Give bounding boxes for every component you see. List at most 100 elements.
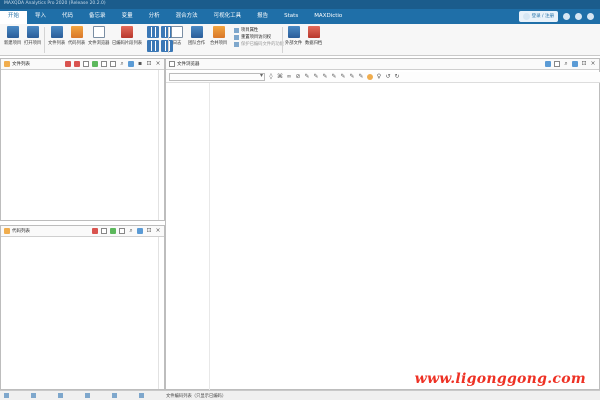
code-text-icon[interactable]	[101, 228, 107, 234]
project-properties-item[interactable]: 项目属性	[234, 27, 284, 34]
search-icon[interactable]: ⌕	[119, 61, 125, 67]
watermark: www.ligonggong.com	[414, 371, 586, 387]
document-system-scrollbar[interactable]	[158, 70, 164, 220]
layout-grid-button-3[interactable]	[147, 40, 159, 54]
undock-icon[interactable]: ⊡	[146, 61, 152, 67]
pen-icon-1[interactable]: ✎	[304, 74, 310, 80]
undock-icon[interactable]: ⊡	[581, 61, 587, 67]
new-project-icon	[6, 26, 19, 38]
ribbon-divider	[168, 27, 169, 53]
undock-icon[interactable]: ⊡	[146, 228, 152, 234]
properties-icon	[234, 28, 239, 33]
pen-icon-6[interactable]: ✎	[349, 74, 355, 80]
archive-icon	[307, 26, 320, 38]
lock-icon	[234, 42, 239, 47]
reset-access-label: 重置项目访问权	[241, 35, 272, 40]
status-weight-icon[interactable]	[139, 393, 144, 398]
menu-item-mixed-methods[interactable]: 混合方法	[168, 9, 206, 24]
emoticon-icon[interactable]	[367, 74, 373, 80]
archive-label: 数据归档	[305, 41, 323, 46]
pen-icon-2[interactable]: ✎	[313, 74, 319, 80]
search-icon[interactable]: ⌕	[563, 61, 569, 67]
folder-icon	[4, 61, 10, 67]
menu-item-analysis[interactable]: 分析	[141, 9, 168, 24]
menu-item-reports[interactable]: 报告	[249, 9, 276, 24]
menu-item-import[interactable]: 导入	[27, 9, 54, 24]
in-vivo-icon[interactable]: ⌘	[277, 74, 283, 80]
pen-icon-4[interactable]: ✎	[331, 74, 337, 80]
teamwork-icon	[190, 26, 203, 38]
menu-item-maxdictio[interactable]: MAXDictio	[306, 9, 350, 24]
close-icon[interactable]: ×	[155, 228, 161, 234]
status-codes-icon[interactable]	[31, 393, 36, 398]
document-system-panel: 文件列表 ⌕ ▪ ⊡ ×	[0, 58, 165, 221]
code-list-button[interactable]: 代码列表	[68, 26, 85, 46]
pen-icon-7[interactable]: ✎	[358, 74, 364, 80]
info-icon[interactable]	[587, 13, 594, 20]
filter-icon[interactable]	[110, 61, 116, 67]
undo-icon[interactable]: ↺	[385, 74, 391, 80]
new-project-button[interactable]: 新建项目	[4, 26, 21, 46]
split-view-icon[interactable]	[545, 61, 551, 67]
menu-item-memos[interactable]: 备忘录	[81, 9, 114, 24]
status-segments-icon[interactable]	[85, 393, 90, 398]
new-project-label: 新建项目	[4, 41, 22, 46]
external-files-button[interactable]: 外部文件	[285, 26, 302, 46]
pen-icon-5[interactable]: ✎	[340, 74, 346, 80]
status-documents-icon[interactable]	[4, 393, 9, 398]
menu-item-variables[interactable]: 变量	[114, 9, 141, 24]
table-icon[interactable]	[92, 61, 98, 67]
gear-icon[interactable]	[128, 61, 134, 67]
code-filter-icon[interactable]	[119, 228, 125, 234]
close-icon[interactable]: ×	[155, 61, 161, 67]
code-select-dropdown[interactable]	[169, 72, 265, 81]
document-browser-toolbar: ◊ ⌘ ∞ ⊘ ✎ ✎ ✎ ✎ ✎ ✎ ✎ ♀ ↺ ↻	[166, 72, 600, 83]
logbook-button[interactable]: 日志	[171, 26, 183, 46]
code-color-icon[interactable]	[110, 228, 116, 234]
open-project-button[interactable]: 打开项目	[24, 26, 41, 46]
print-icon[interactable]	[554, 61, 560, 67]
code-apply-icon[interactable]: ◊	[268, 74, 274, 80]
gear-icon[interactable]	[563, 13, 570, 20]
status-filter-icon[interactable]	[112, 393, 117, 398]
status-memos-icon[interactable]	[58, 393, 63, 398]
memo-icon[interactable]	[101, 61, 107, 67]
text-icon[interactable]	[83, 61, 89, 67]
merge-projects-button[interactable]: 合并项目	[210, 26, 227, 46]
login-button[interactable]: 登录 / 注册	[518, 11, 558, 22]
menu-item-visual-tools[interactable]: 可视化工具	[206, 9, 250, 24]
code-folder-icon	[4, 228, 10, 234]
help-icon[interactable]	[575, 13, 582, 20]
new-code-icon[interactable]	[92, 228, 98, 234]
unlink-icon[interactable]: ⊘	[295, 74, 301, 80]
document-browser-button[interactable]: 文件浏览器	[88, 26, 109, 46]
menu-item-stats[interactable]: Stats	[276, 9, 306, 24]
login-label: 登录 / 注册	[531, 14, 554, 19]
redo-icon[interactable]: ↻	[394, 74, 400, 80]
teamwork-button[interactable]: 团队合作	[188, 26, 205, 46]
code-system-header: 代码列表 ⌕ ⊡ ×	[1, 226, 164, 237]
symbol-icon[interactable]: ♀	[376, 74, 382, 80]
new-document-icon[interactable]	[74, 61, 80, 67]
gear-icon[interactable]	[137, 228, 143, 234]
code-system-scrollbar[interactable]	[158, 237, 164, 389]
window-title-bar: MAXQDA Analytics Pro 2020 (Release 20.2.…	[0, 0, 600, 9]
status-text: 文件编码列表（只显示已编码）	[166, 393, 227, 399]
link-icon[interactable]: ∞	[286, 74, 292, 80]
retrieved-segments-button[interactable]: 已编码片段列表	[112, 26, 142, 46]
menu-right-group: 登录 / 注册	[518, 11, 594, 22]
key-icon	[234, 35, 239, 40]
menu-item-home[interactable]: 开始	[0, 9, 28, 24]
search-icon[interactable]: ⌕	[128, 228, 134, 234]
ribbon-divider	[44, 27, 45, 53]
layout-grid-button-1[interactable]	[147, 26, 159, 40]
archive-button[interactable]: 数据归档	[305, 26, 322, 46]
document-list-button[interactable]: 文件列表	[48, 26, 65, 46]
reset-access-item[interactable]: 重置项目访问权	[234, 34, 284, 41]
pen-icon-3[interactable]: ✎	[322, 74, 328, 80]
menu-item-codes[interactable]: 代码	[54, 9, 81, 24]
gear-icon[interactable]	[572, 61, 578, 67]
import-icon[interactable]	[65, 61, 71, 67]
pin-icon[interactable]: ▪	[137, 61, 143, 67]
close-icon[interactable]: ×	[590, 61, 596, 67]
